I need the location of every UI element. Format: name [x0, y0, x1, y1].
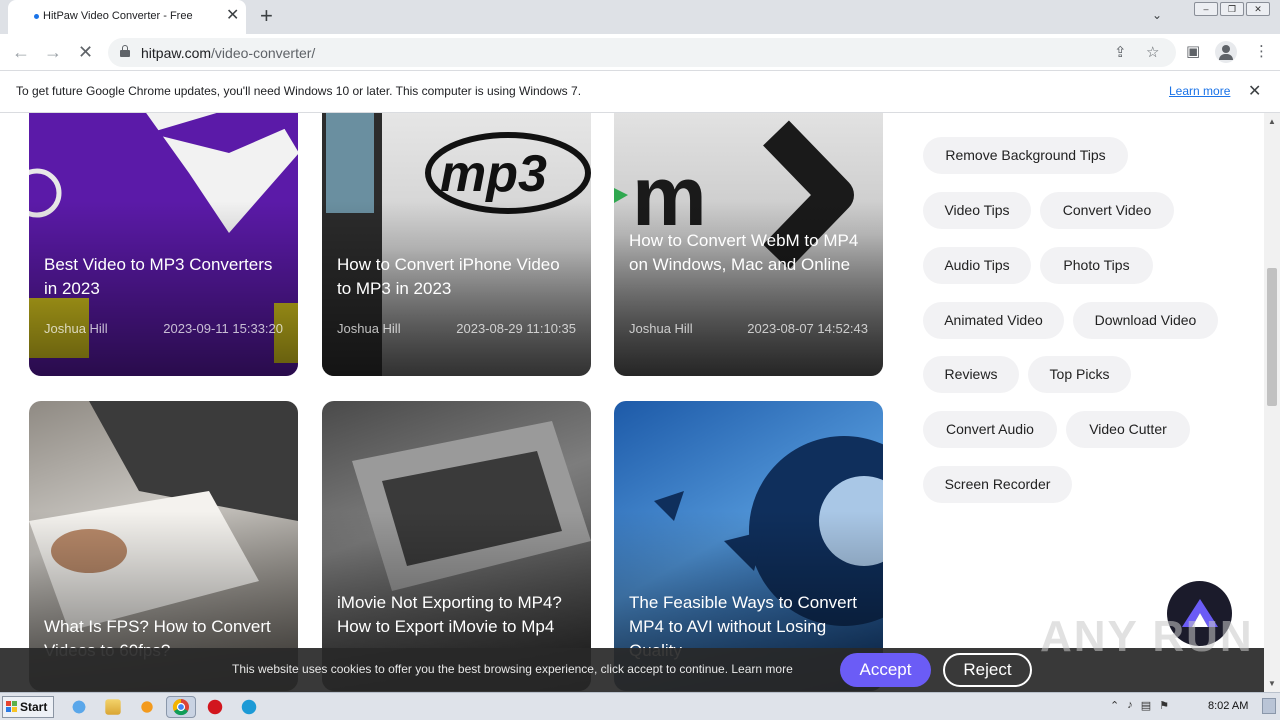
card-meta: Joshua Hill 2023-08-29 11:10:35 [337, 321, 576, 336]
clock[interactable]: 8:02 AM [1208, 700, 1248, 712]
action-center-flag-icon[interactable]: ⚑ [1159, 699, 1169, 712]
tag-download-video[interactable]: Download Video [1073, 302, 1218, 339]
article-card[interactable]: Best Video to MP3 Converters in 2023 Jos… [29, 113, 298, 376]
tag-photo-tips[interactable]: Photo Tips [1040, 247, 1153, 284]
minimize-button[interactable]: – [1194, 2, 1218, 16]
tag-top-picks[interactable]: Top Picks [1028, 356, 1131, 393]
card-author: Joshua Hill [629, 321, 693, 336]
tag-convert-video[interactable]: Convert Video [1040, 192, 1174, 229]
side-panel-icon[interactable]: ▣ [1186, 42, 1200, 60]
tab-search-chevron-icon[interactable]: ⌄ [1152, 8, 1162, 22]
card-date: 2023-08-07 14:52:43 [747, 321, 868, 336]
bookmark-star-icon[interactable]: ☆ [1146, 43, 1159, 61]
tag-screen-recorder[interactable]: Screen Recorder [923, 466, 1072, 503]
tag-video-cutter[interactable]: Video Cutter [1066, 411, 1190, 448]
loading-favicon-icon [34, 14, 39, 19]
card-title[interactable]: iMovie Not Exporting to MP4? How to Expo… [337, 591, 577, 639]
scrollbar-thumb[interactable] [1267, 268, 1277, 406]
file-explorer-icon[interactable] [105, 699, 121, 715]
tab-strip: HitPaw Video Converter - Free ✕ + ⌄ – ❐ … [0, 0, 1280, 34]
card-author: Joshua Hill [44, 321, 108, 336]
card-author: Joshua Hill [337, 321, 401, 336]
start-label: Start [20, 700, 48, 714]
chrome-icon [172, 698, 189, 716]
profile-avatar-icon[interactable] [1215, 41, 1237, 63]
card-title[interactable]: How to Convert iPhone Video to MP3 in 20… [337, 253, 577, 301]
infobar-message: To get future Google Chrome updates, you… [16, 84, 582, 98]
show-desktop-button[interactable] [1262, 698, 1276, 714]
infobar-close-icon[interactable]: ✕ [1248, 81, 1261, 101]
card-shade [614, 200, 883, 376]
media-player-icon[interactable] [136, 696, 158, 718]
windows-taskbar: Start ⌃ ♪ ▤ ⚑ 8:02 AM [0, 692, 1280, 720]
cookie-accept-button[interactable]: Accept [840, 653, 931, 687]
page-viewport: Best Video to MP3 Converters in 2023 Jos… [0, 113, 1264, 692]
card-title[interactable]: Best Video to MP3 Converters in 2023 [44, 253, 284, 301]
tag-reviews[interactable]: Reviews [923, 356, 1019, 393]
internet-explorer-icon[interactable] [68, 696, 90, 718]
tray-expand-icon[interactable]: ⌃ [1110, 699, 1119, 712]
windows-flag-icon [6, 701, 18, 713]
share-icon[interactable]: ⇪ [1114, 43, 1127, 61]
cookie-message: This website uses cookies to offer you t… [232, 662, 793, 676]
system-tray: ⌃ ♪ ▤ ⚑ [1110, 699, 1169, 712]
close-window-button[interactable]: ✕ [1246, 2, 1270, 16]
article-card[interactable]: mp3 How to Convert iPhone Video to MP3 i… [322, 113, 591, 376]
restore-button[interactable]: ❐ [1220, 2, 1244, 16]
lock-icon[interactable] [120, 45, 130, 57]
url-path: /video-converter/ [211, 45, 316, 61]
back-arrow-icon[interactable]: ← [12, 41, 30, 63]
tag-animated-video[interactable]: Animated Video [923, 302, 1064, 339]
volume-icon[interactable]: ♪ [1127, 699, 1133, 712]
scroll-up-arrow-icon[interactable]: ▲ [1268, 117, 1276, 126]
card-meta: Joshua Hill 2023-08-07 14:52:43 [629, 321, 868, 336]
mp3-logo-text: mp3 [440, 145, 547, 203]
cookie-reject-button[interactable]: Reject [943, 653, 1032, 687]
window-controls: – ❐ ✕ [1194, 2, 1270, 16]
learn-more-link[interactable]: Learn more [1169, 84, 1230, 98]
tab-title: HitPaw Video Converter - Free [43, 10, 193, 22]
address-bar[interactable]: hitpaw.com/video-converter/ ⇪ ☆ [108, 38, 1176, 67]
update-infobar: To get future Google Chrome updates, you… [0, 71, 1280, 113]
card-title[interactable]: How to Convert WebM to MP4 on Windows, M… [629, 229, 869, 277]
browser-toolbar: ← → ✕ hitpaw.com/video-converter/ ⇪ ☆ ▣ … [0, 34, 1280, 71]
url-text[interactable]: hitpaw.com/video-converter/ [141, 45, 315, 61]
edge-icon[interactable] [238, 696, 260, 718]
kebab-menu-icon[interactable]: ⋮ [1254, 42, 1269, 60]
browser-tab[interactable]: HitPaw Video Converter - Free ✕ [8, 0, 246, 34]
network-icon[interactable]: ▤ [1141, 699, 1151, 712]
page-scrollbar[interactable]: ▲ ▼ [1264, 113, 1280, 692]
tag-audio-tips[interactable]: Audio Tips [923, 247, 1031, 284]
card-date: 2023-09-11 15:33:20 [163, 321, 283, 336]
stop-loading-icon[interactable]: ✕ [78, 41, 93, 63]
new-tab-button[interactable]: + [260, 4, 273, 28]
tag-convert-audio[interactable]: Convert Audio [923, 411, 1057, 448]
card-date: 2023-08-29 11:10:35 [456, 321, 576, 336]
url-host: hitpaw.com [141, 45, 212, 61]
tag-video-tips[interactable]: Video Tips [923, 192, 1031, 229]
card-meta: Joshua Hill 2023-09-11 15:33:20 [44, 321, 283, 336]
chrome-taskbar-icon[interactable] [166, 696, 196, 718]
tag-remove-background-tips[interactable]: Remove Background Tips [923, 137, 1128, 174]
article-card[interactable]: m How to Convert WebM to MP4 on Windows,… [614, 113, 883, 376]
forward-arrow-icon[interactable]: → [44, 41, 62, 63]
start-button[interactable]: Start [2, 696, 54, 718]
close-tab-icon[interactable]: ✕ [226, 6, 239, 26]
opera-icon[interactable] [204, 696, 226, 718]
anyrun-watermark: ANY RUN [1040, 612, 1254, 661]
scroll-down-arrow-icon[interactable]: ▼ [1268, 679, 1276, 688]
